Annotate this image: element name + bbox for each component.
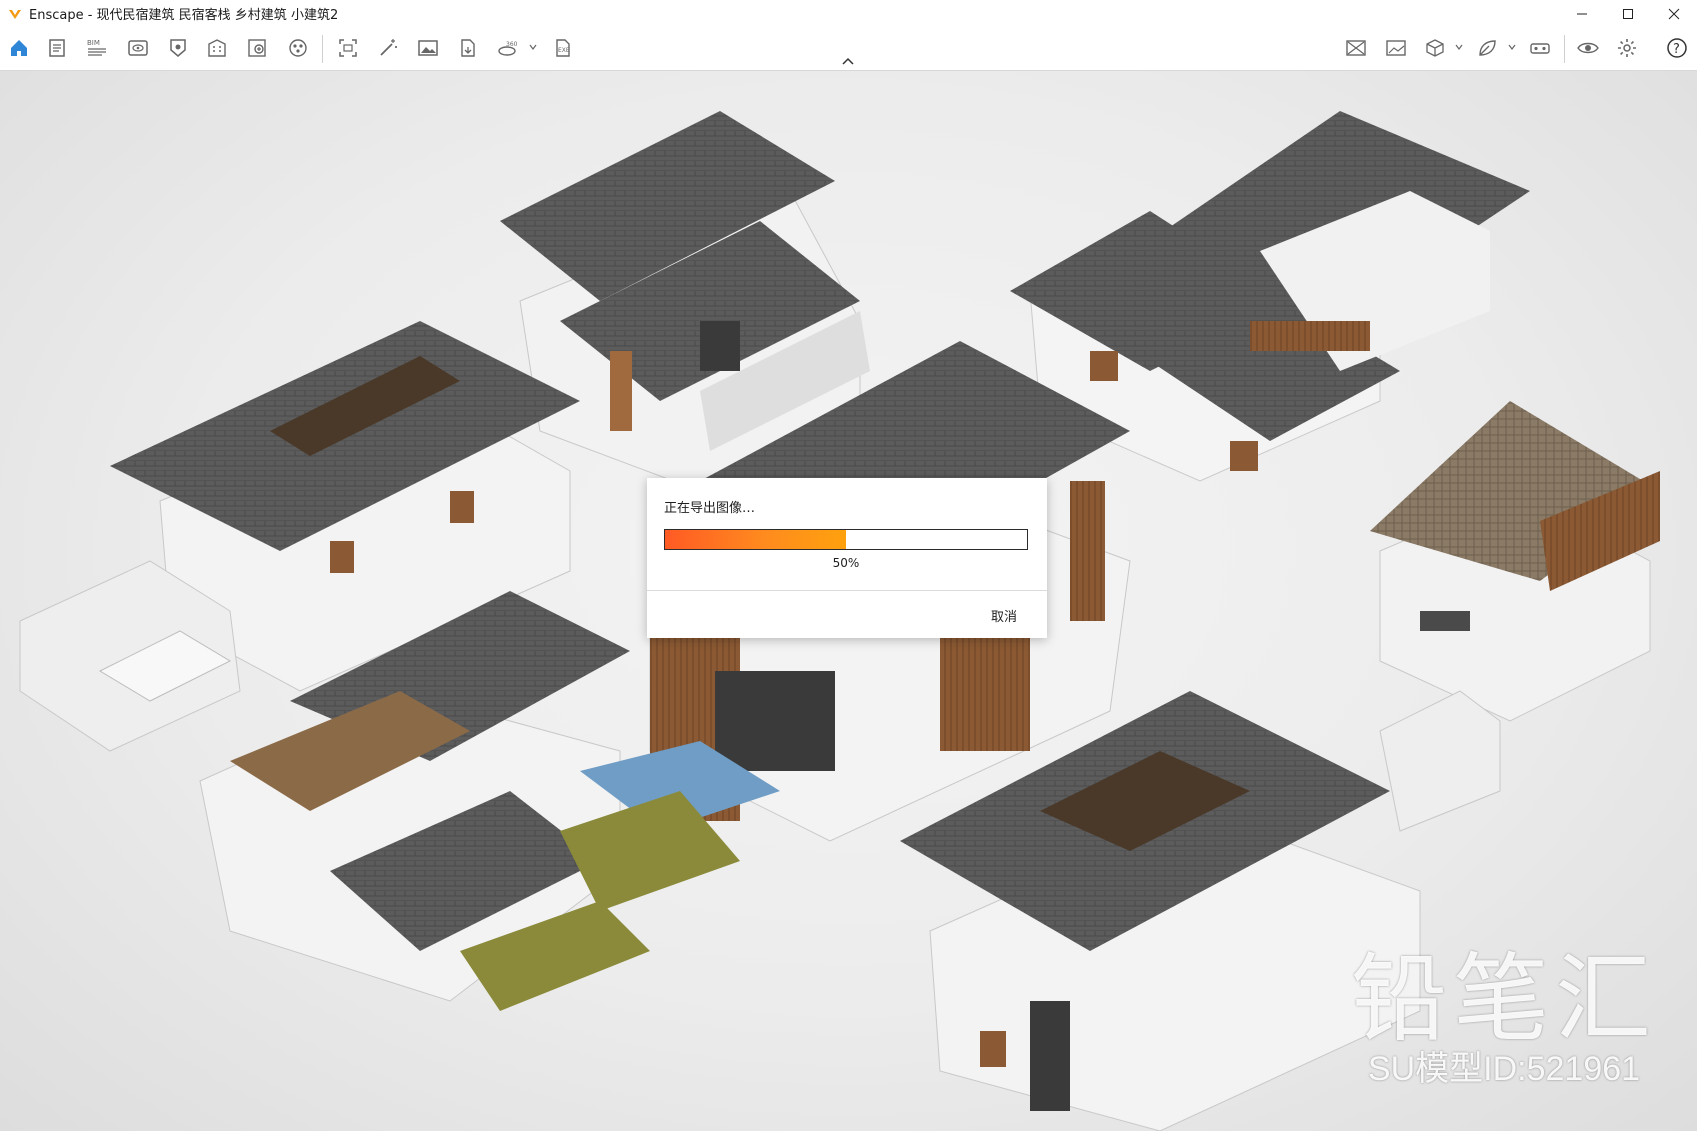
export-document-button[interactable] [456, 36, 480, 60]
box-button[interactable] [1423, 36, 1447, 60]
maximize-button[interactable] [1605, 0, 1651, 27]
minimize-icon [1577, 13, 1587, 14]
minimize-button[interactable] [1559, 0, 1605, 27]
hide-image-button[interactable] [1344, 36, 1368, 60]
enscape-logo-icon [9, 9, 21, 19]
document-export-icon [461, 39, 475, 57]
chevron-down-icon[interactable] [529, 43, 537, 51]
collapse-toolbar-chevron-icon[interactable] [841, 56, 855, 66]
visual-settings-button[interactable] [1576, 36, 1600, 60]
bim-button[interactable]: BIM [85, 36, 109, 60]
compass-button[interactable] [166, 36, 190, 60]
window-controls [1559, 0, 1697, 27]
building-button[interactable] [205, 36, 229, 60]
cancel-button[interactable]: 取消 [983, 602, 1025, 629]
render-image-button[interactable] [416, 36, 440, 60]
maximize-icon [1623, 8, 1633, 19]
help-button[interactable]: ? [1665, 36, 1689, 60]
svg-text:BIM: BIM [87, 39, 100, 47]
progress-bar-fill [665, 530, 846, 549]
building-icon [208, 39, 226, 57]
panorama-360-icon: 360 [498, 41, 518, 56]
settings-button[interactable] [1615, 36, 1639, 60]
panorama-button[interactable]: 360 [496, 36, 520, 60]
chevron-down-icon[interactable] [1508, 43, 1516, 51]
dialog-title: 正在导出图像… [664, 501, 756, 516]
no-image-icon [1346, 40, 1366, 56]
progress-percent-label: 50% [832, 556, 860, 570]
progress-bar [664, 529, 1028, 550]
vr-headset-icon [1530, 43, 1550, 54]
document-button[interactable] [45, 36, 69, 60]
window-title: Enscape - 现代民宿建筑 民宿客栈 乡村建筑 小建筑2 [29, 8, 339, 23]
asset-library-button[interactable] [245, 36, 269, 60]
help-icon: ? [1667, 38, 1687, 58]
capture-icon [339, 39, 357, 57]
watermark: 铅笔汇 SU模型ID:521961 [1351, 949, 1657, 1089]
svg-text:EXE: EXE [558, 47, 570, 54]
home-button[interactable] [7, 36, 31, 60]
asset-library-icon [248, 39, 266, 57]
dialog-divider [647, 590, 1047, 591]
watermark-brand: 铅笔汇 [1351, 943, 1657, 1055]
svg-text:?: ? [1673, 42, 1680, 57]
picture-button[interactable] [1384, 36, 1408, 60]
title-bar: Enscape - 现代民宿建筑 民宿客栈 乡村建筑 小建筑2 [0, 0, 1697, 27]
compass-icon [170, 39, 186, 57]
export-standalone-button[interactable]: EXE [551, 36, 575, 60]
home-icon [11, 40, 27, 56]
image-icon [418, 40, 438, 56]
screenshot-button[interactable] [336, 36, 360, 60]
bim-icon: BIM [87, 39, 106, 56]
toolbar-separator [1564, 35, 1565, 63]
document-icon [49, 39, 65, 57]
views-button[interactable] [126, 36, 150, 60]
settings-icon [1618, 39, 1636, 57]
view-icon [128, 40, 148, 56]
magic-wand-icon [380, 39, 397, 56]
close-icon [1668, 8, 1680, 19]
picture-icon [1386, 40, 1406, 56]
eye-icon [1577, 42, 1599, 54]
watermark-model-id: SU模型ID:521961 [1367, 1050, 1641, 1088]
vegetation-button[interactable] [1475, 36, 1499, 60]
material-icon [289, 39, 307, 57]
house-right-thatch [1370, 401, 1660, 722]
exe-export-icon: EXE [556, 39, 570, 57]
vr-button[interactable] [1528, 36, 1552, 60]
close-window-button[interactable] [1651, 0, 1697, 27]
atmosphere-button[interactable] [376, 36, 400, 60]
export-progress-dialog: 正在导出图像… 50% 取消 [647, 478, 1047, 638]
chevron-down-icon[interactable] [1455, 43, 1463, 51]
leaf-icon [1479, 40, 1496, 56]
material-editor-button[interactable] [286, 36, 310, 60]
toolbar-separator [322, 35, 323, 63]
box-icon [1426, 39, 1444, 57]
